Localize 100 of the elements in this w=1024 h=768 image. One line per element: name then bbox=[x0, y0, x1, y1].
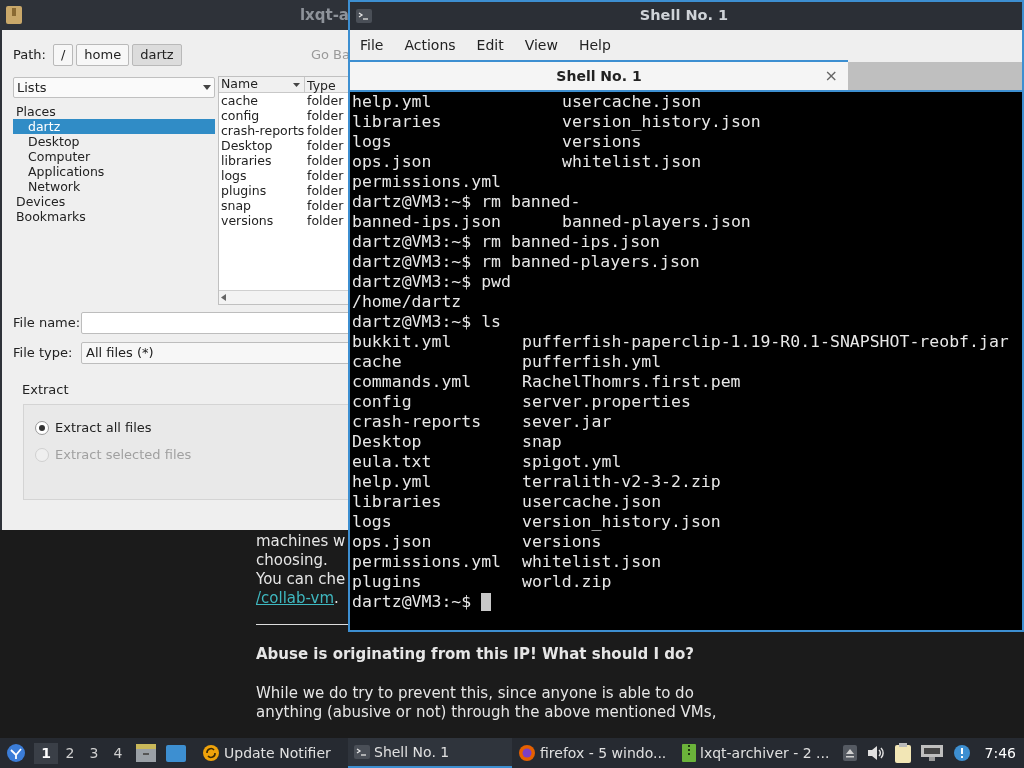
place-item[interactable]: Devices bbox=[13, 194, 215, 209]
file-name-cell-text: logs bbox=[220, 168, 248, 183]
horizontal-scrollbar[interactable] bbox=[219, 290, 349, 304]
terminal-text: ops.json bbox=[352, 532, 433, 552]
taskbar-button[interactable]: lxqt-archiver - 2 ... bbox=[676, 738, 840, 768]
place-item[interactable]: Computer bbox=[13, 149, 215, 164]
terminal-text: eula.txt bbox=[352, 452, 433, 472]
group-label: Extract bbox=[22, 381, 69, 399]
terminal-text: banned-ips.json bbox=[352, 212, 502, 232]
radio-label: Extract all files bbox=[55, 419, 152, 438]
file-cabinet-icon[interactable] bbox=[136, 744, 156, 762]
terminal-text: version_history.json bbox=[562, 112, 761, 132]
taskbar-button[interactable]: firefox - 5 windo... bbox=[512, 738, 676, 768]
window-title: Shell No. 1 bbox=[639, 6, 729, 26]
file-name-cell-text: crash-reports bbox=[220, 123, 305, 138]
page-text: . bbox=[334, 589, 339, 608]
terminal-text: server.properties bbox=[522, 392, 691, 412]
path-label: Path: bbox=[13, 46, 46, 65]
terminal-text: terralith-v2-3-2.zip bbox=[522, 472, 721, 492]
dropdown-arrow-icon bbox=[203, 85, 211, 90]
terminal-text: usercache.json bbox=[562, 92, 702, 112]
menu-item[interactable]: View bbox=[518, 34, 564, 56]
terminal-prompt: dartz@VM3:~$ bbox=[352, 592, 472, 612]
start-menu-icon[interactable] bbox=[6, 743, 26, 763]
terminal-tab[interactable]: Shell No. 1 × bbox=[350, 60, 848, 90]
terminal-text: pufferfish-paperclip-1.19-R0.1-SNAPSHOT-reobf.jar bbox=[522, 332, 1009, 352]
taskbar-button[interactable]: Update Notifier bbox=[196, 738, 348, 768]
terminal-text: dartz@VM3:~$ rm banned-ips.json bbox=[352, 232, 660, 252]
notification-icon[interactable] bbox=[952, 744, 971, 762]
place-item[interactable]: Desktop bbox=[13, 134, 215, 149]
desktop-switch-button[interactable]: 3 bbox=[82, 742, 106, 764]
terminal-text: sever.jar bbox=[522, 412, 612, 432]
file-name-cell-text: Desktop bbox=[220, 138, 274, 153]
file-name-cell-text: cache bbox=[220, 93, 260, 108]
terminal-text: pufferfish.yml bbox=[522, 352, 662, 372]
file-type-cell-text: folder bbox=[306, 108, 344, 123]
menu-item[interactable]: Edit bbox=[470, 34, 510, 56]
path-button[interactable]: / bbox=[52, 44, 74, 66]
place-item[interactable]: Network bbox=[13, 179, 215, 194]
column-header[interactable]: Type bbox=[305, 77, 336, 92]
file-name-field[interactable] bbox=[81, 312, 350, 334]
place-item[interactable]: dartz bbox=[13, 119, 215, 134]
view-combo[interactable]: Lists bbox=[13, 77, 215, 98]
desktop-switch-button[interactable]: 4 bbox=[106, 742, 130, 764]
path-button[interactable]: dartz bbox=[132, 44, 182, 66]
path-button[interactable]: home bbox=[76, 44, 130, 66]
terminal-text: usercache.json bbox=[522, 492, 662, 512]
taskbar-button[interactable]: Shell No. 1 bbox=[348, 738, 512, 768]
page-text: machines w bbox=[256, 532, 346, 551]
menu-item[interactable]: Help bbox=[572, 34, 617, 56]
terminal-text: Desktop bbox=[352, 432, 423, 452]
file-type-cell-text: folder bbox=[306, 138, 344, 153]
archive-icon bbox=[6, 6, 22, 24]
radio-label: Extract selected files bbox=[55, 446, 192, 465]
terminal-icon bbox=[356, 9, 372, 23]
place-item[interactable]: Bookmarks bbox=[13, 209, 215, 224]
clipboard-icon[interactable] bbox=[894, 743, 911, 763]
eject-icon[interactable] bbox=[842, 745, 857, 761]
collab-vm-link[interactable]: /collab-vm bbox=[256, 589, 335, 608]
file-name-cell-text: snap bbox=[220, 198, 253, 213]
archive-icon bbox=[682, 744, 696, 762]
file-type-cell-text: folder bbox=[306, 153, 344, 168]
radio-button[interactable] bbox=[35, 421, 49, 435]
window-title: lxqt-a bbox=[299, 4, 350, 26]
sort-arrow-icon bbox=[293, 82, 300, 87]
terminal-text: libraries bbox=[352, 112, 443, 132]
desktop-switch-button[interactable]: 2 bbox=[58, 742, 82, 764]
menu-item[interactable]: File bbox=[354, 34, 390, 56]
column-header[interactable]: Name bbox=[219, 77, 305, 92]
file-type-cell-text: folder bbox=[306, 168, 344, 183]
file-type-cell-text: folder bbox=[306, 213, 344, 228]
terminal-text: snap bbox=[522, 432, 562, 452]
terminal-text: /home/dartz bbox=[352, 292, 462, 312]
place-item[interactable]: Applications bbox=[13, 164, 215, 179]
terminal-text: commands.yml bbox=[352, 372, 473, 392]
page-text: You can che bbox=[256, 570, 346, 589]
place-item[interactable]: Places bbox=[13, 104, 215, 119]
terminal-text: permissions.yml bbox=[352, 552, 502, 572]
terminal-text: whitelist.json bbox=[522, 552, 662, 572]
clock: 7:46 bbox=[984, 743, 1016, 763]
page-text: choosing. bbox=[256, 551, 328, 570]
globe-icon bbox=[518, 744, 536, 762]
terminal-text: help.yml bbox=[352, 92, 433, 112]
terminal-text: dartz@VM3:~$ ls bbox=[352, 312, 501, 332]
menu-item[interactable]: Actions bbox=[398, 34, 462, 56]
terminal-text: spigot.yml bbox=[522, 452, 622, 472]
file-name-cell-text: libraries bbox=[220, 153, 273, 168]
terminal-icon bbox=[354, 745, 370, 759]
terminal-text: plugins bbox=[352, 572, 423, 592]
network-icon[interactable] bbox=[920, 745, 943, 761]
desktop-switch-button[interactable]: 1 bbox=[34, 742, 58, 764]
desktop-icon[interactable] bbox=[166, 744, 186, 762]
file-type-cell-text: folder bbox=[306, 198, 344, 213]
file-type-combo[interactable]: All files (*) bbox=[81, 342, 350, 364]
file-name-cell-text: config bbox=[220, 108, 261, 123]
terminal-text: logs bbox=[352, 132, 393, 152]
volume-icon[interactable] bbox=[866, 745, 885, 761]
close-tab-button[interactable]: × bbox=[824, 64, 838, 88]
terminal-text: RachelThomrs.first.pem bbox=[522, 372, 741, 392]
file-type-cell-text: folder bbox=[306, 123, 344, 138]
